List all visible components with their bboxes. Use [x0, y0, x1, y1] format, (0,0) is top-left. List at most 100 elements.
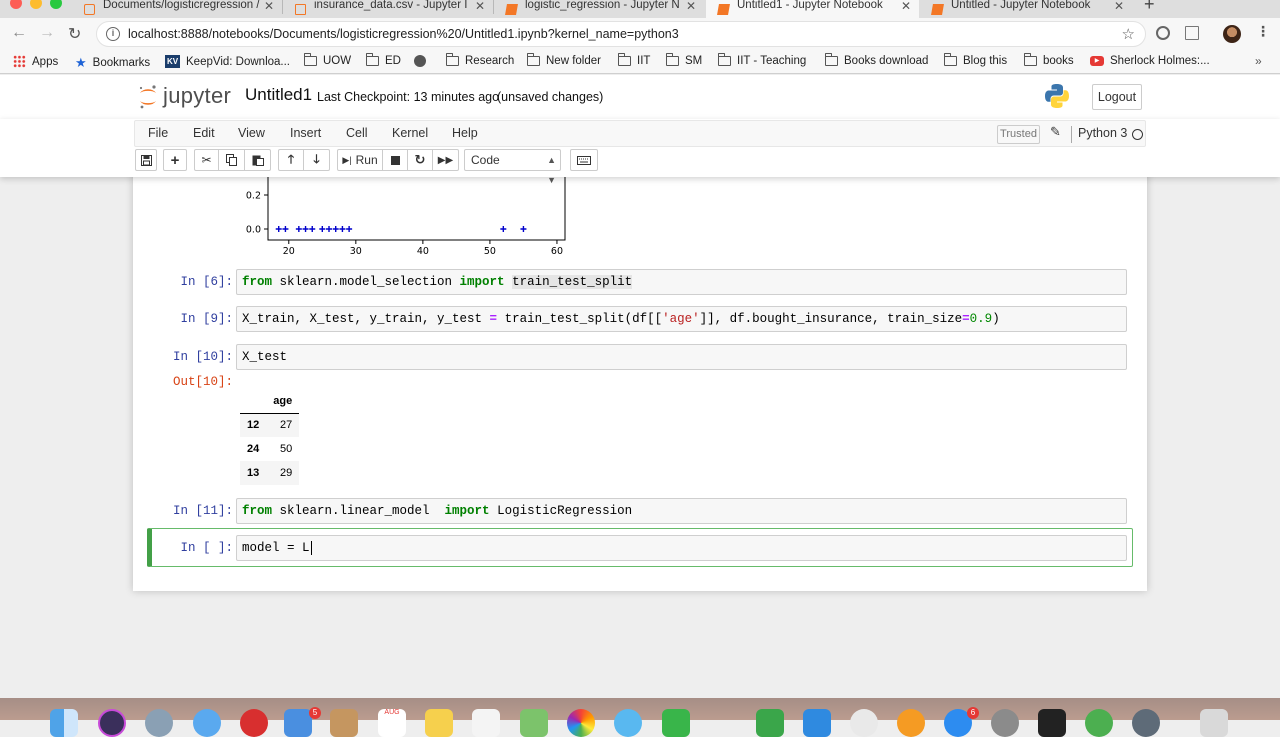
terminal-icon[interactable]: [1038, 709, 1066, 737]
code-cell[interactable]: from sklearn.linear_model import Logisti…: [236, 498, 1127, 524]
bookmark-uow[interactable]: UOW: [304, 53, 351, 67]
browser-tab-active[interactable]: Untitled1 - Jupyter Notebook ✕: [706, 0, 919, 18]
menu-view[interactable]: View: [238, 126, 265, 140]
kernel-name[interactable]: Python 3: [1078, 126, 1127, 140]
command-palette-button[interactable]: [570, 149, 598, 171]
bookmark-sm[interactable]: SM: [666, 53, 702, 67]
profile-avatar[interactable]: [1223, 25, 1241, 43]
restart-button[interactable]: ↻: [408, 149, 433, 171]
forward-arrow-icon[interactable]: →: [39, 24, 55, 42]
bookmark-ed[interactable]: ED: [366, 53, 401, 67]
menu-edit[interactable]: Edit: [193, 126, 215, 140]
code-cell[interactable]: X_test: [236, 344, 1127, 370]
keynote-icon[interactable]: [803, 709, 831, 737]
minimize-window-button[interactable]: [30, 0, 42, 9]
close-tab-icon[interactable]: ✕: [686, 0, 696, 13]
bookmark-bookmarks[interactable]: ★ Bookmarks: [75, 55, 150, 71]
app-icon[interactable]: [240, 709, 268, 737]
system-preferences-icon[interactable]: [991, 709, 1019, 737]
close-tab-icon[interactable]: ✕: [901, 0, 911, 13]
app-icon[interactable]: [1132, 709, 1160, 737]
browser-tab[interactable]: Untitled - Jupyter Notebook ✕: [920, 0, 1132, 18]
copy-button[interactable]: [219, 149, 245, 171]
new-tab-button[interactable]: +: [1144, 0, 1155, 15]
browser-tab[interactable]: insurance_data.csv - Jupyter I ✕: [283, 0, 493, 18]
facetime-icon[interactable]: [662, 709, 690, 737]
bookmark-books-download[interactable]: Books download: [825, 53, 928, 67]
interrupt-button[interactable]: [383, 149, 408, 171]
bookmark-star-icon[interactable]: ☆: [1122, 25, 1135, 43]
reminders-icon[interactable]: [472, 709, 500, 737]
data-point: [500, 226, 507, 232]
url-field[interactable]: i localhost:8888/notebooks/Documents/log…: [96, 21, 1146, 47]
bookmark-label: ED: [385, 55, 401, 67]
notes-icon[interactable]: [425, 709, 453, 737]
browser-menu-icon[interactable]: ⋮: [1256, 23, 1270, 40]
cell-type-select[interactable]: Code ▲ ▼: [464, 149, 561, 185]
table-header: age: [266, 389, 300, 414]
siri-icon[interactable]: [98, 709, 126, 737]
calendar-icon[interactable]: AUG: [378, 709, 406, 737]
app-icon[interactable]: [1085, 709, 1113, 737]
cell-type-value: Code: [471, 153, 500, 167]
insert-cell-button[interactable]: +: [163, 149, 187, 171]
jupyter-wordmark[interactable]: jupyter: [163, 83, 231, 109]
trash-icon[interactable]: [1200, 709, 1228, 737]
close-window-button[interactable]: [10, 0, 22, 9]
code-cell[interactable]: X_train, X_test, y_train, y_test = train…: [236, 306, 1127, 332]
close-tab-icon[interactable]: ✕: [475, 0, 485, 13]
cut-button[interactable]: ✂: [194, 149, 219, 171]
bookmark-iit-teaching[interactable]: IIT - Teaching: [718, 53, 806, 67]
info-icon[interactable]: i: [106, 27, 120, 41]
trusted-indicator[interactable]: Trusted: [997, 125, 1040, 144]
photos-icon[interactable]: [567, 709, 595, 737]
restart-run-all-button[interactable]: ▶▶: [433, 149, 459, 171]
bookmark-research[interactable]: Research: [446, 53, 514, 67]
contacts-icon[interactable]: [330, 709, 358, 737]
bookmark-books[interactable]: books: [1024, 53, 1074, 67]
code-cell[interactable]: from sklearn.model_selection import trai…: [236, 269, 1127, 295]
browser-tab[interactable]: logistic_regression - Jupyter N ✕: [494, 0, 704, 18]
close-tab-icon[interactable]: ✕: [264, 0, 274, 13]
browser-tab[interactable]: Documents/logisticregression / ✕: [72, 0, 282, 18]
extension-icon[interactable]: [1156, 26, 1170, 40]
bookmark-sherlock[interactable]: ▶ Sherlock Holmes:...: [1090, 55, 1210, 67]
save-button[interactable]: [135, 149, 157, 171]
document-extension-icon[interactable]: [1185, 26, 1199, 40]
move-down-button[interactable]: 🡓: [304, 149, 330, 171]
launchpad-icon[interactable]: [145, 709, 173, 737]
notebook-name[interactable]: Untitled1: [245, 85, 312, 105]
numbers-icon[interactable]: [756, 709, 784, 737]
bookmark-globe[interactable]: [414, 55, 432, 67]
bookmark-apps[interactable]: Apps: [13, 55, 58, 68]
menu-help[interactable]: Help: [452, 126, 478, 140]
paste-button[interactable]: [245, 149, 271, 171]
reload-icon[interactable]: ↻: [68, 24, 81, 44]
more-bookmarks-icon[interactable]: »: [1255, 54, 1262, 68]
close-tab-icon[interactable]: ✕: [1114, 0, 1124, 13]
bookmark-keepvid[interactable]: KV KeepVid: Downloa...: [165, 55, 290, 68]
code-text: sklearn.model_selection: [272, 275, 460, 289]
menu-kernel[interactable]: Kernel: [392, 126, 428, 140]
itunes-icon[interactable]: [850, 709, 878, 737]
bookmark-new-folder[interactable]: New folder: [527, 53, 601, 67]
move-up-button[interactable]: 🡑: [278, 149, 304, 171]
menu-file[interactable]: File: [148, 126, 168, 140]
finder-icon[interactable]: [50, 709, 78, 737]
maximize-window-button[interactable]: [50, 0, 62, 9]
safari-icon[interactable]: [193, 709, 221, 737]
mail-icon[interactable]: [284, 709, 312, 737]
active-code-input[interactable]: model = L: [236, 535, 1127, 561]
bookmark-blog-this[interactable]: Blog this: [944, 53, 1007, 67]
messages-icon[interactable]: [614, 709, 642, 737]
maps-icon[interactable]: [520, 709, 548, 737]
logout-button[interactable]: Logout: [1092, 84, 1142, 110]
menu-insert[interactable]: Insert: [290, 126, 321, 140]
menu-cell[interactable]: Cell: [346, 126, 368, 140]
notebook-scroll-area[interactable]: 20 30 40 50 60 0.2 0.0 In [6]: from sklearn.mo…: [0, 177, 1280, 697]
back-arrow-icon[interactable]: ←: [11, 24, 27, 42]
bookmark-iit[interactable]: IIT: [618, 53, 650, 67]
books-icon[interactable]: [897, 709, 925, 737]
run-button[interactable]: ▶| Run: [337, 149, 383, 171]
jupyter-logo-icon[interactable]: [137, 84, 159, 110]
